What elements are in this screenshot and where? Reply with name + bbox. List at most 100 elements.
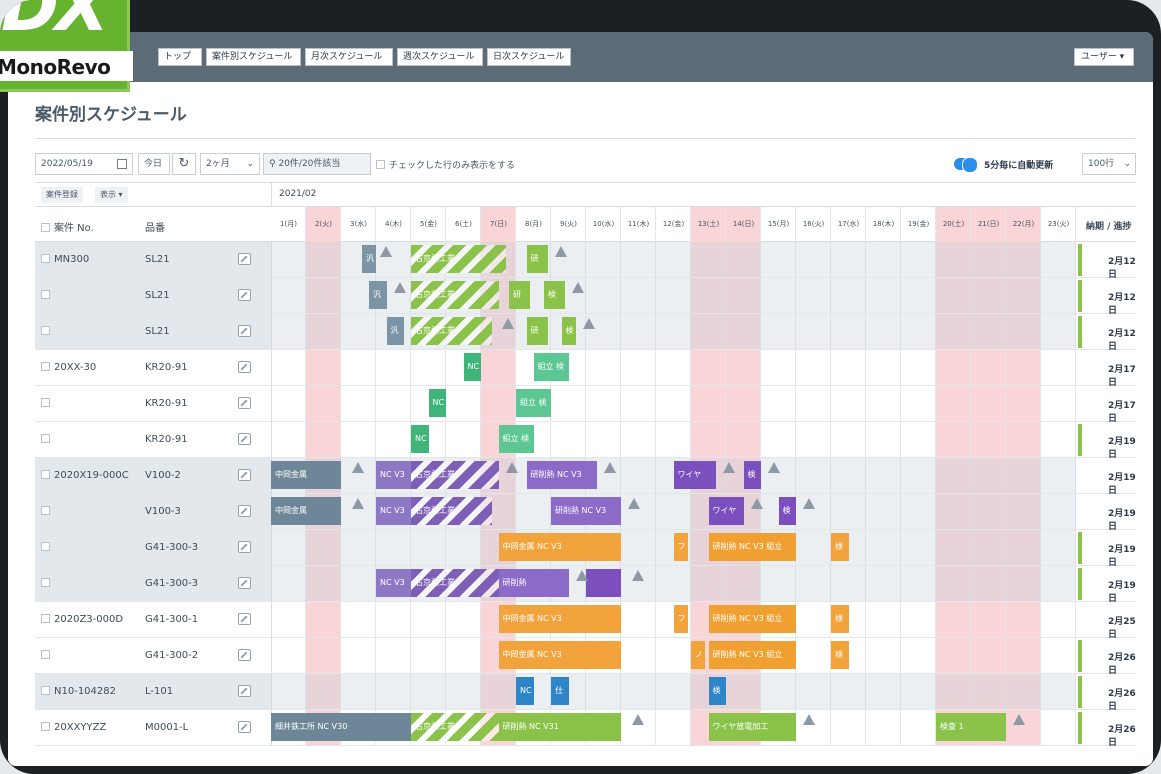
schedule-bar[interactable]: NC V3 (376, 461, 411, 489)
table-row[interactable]: 2020Z3-000D (41, 614, 123, 625)
row-checkbox[interactable] (41, 290, 50, 299)
edit-icon[interactable] (238, 649, 251, 661)
row-checkbox[interactable] (41, 254, 50, 263)
row-checkbox[interactable] (41, 362, 50, 371)
schedule-bar[interactable]: NC (516, 677, 534, 705)
schedule-bar[interactable]: 汎 (369, 281, 387, 309)
schedule-bar[interactable]: NC (428, 389, 446, 417)
schedule-bar[interactable]: 検 (561, 317, 576, 345)
schedule-bar[interactable]: 研削熱 NC V3 組立 (708, 641, 796, 669)
schedule-bar[interactable]: 検 (743, 461, 761, 489)
schedule-bar[interactable]: 仕 (551, 677, 569, 705)
edit-icon[interactable] (238, 361, 251, 373)
edit-icon[interactable] (238, 433, 251, 445)
schedule-bar[interactable]: 右京熱工業 (411, 245, 506, 273)
schedule-bar[interactable]: 研 (509, 281, 530, 309)
row-checkbox[interactable] (41, 434, 50, 443)
nav-item[interactable]: トップ (158, 48, 202, 66)
schedule-bar[interactable]: 右京熱工業 (411, 461, 499, 489)
schedule-bar[interactable]: 中岡金属 (271, 461, 341, 489)
edit-icon[interactable] (238, 685, 251, 697)
schedule-bar[interactable]: 研削熱 NC V3 組立 (708, 533, 796, 561)
schedule-bar[interactable]: 組立 検 (498, 425, 534, 453)
table-row[interactable] (41, 506, 54, 517)
row-checkbox[interactable] (41, 506, 50, 515)
schedule-bar[interactable]: ワイヤ (673, 461, 716, 489)
table-row[interactable] (41, 578, 54, 589)
schedule-bar[interactable]: 研削熱 NC V31 (498, 713, 621, 741)
schedule-bar[interactable]: 研削熱 NC V3 (526, 461, 597, 489)
edit-icon[interactable] (238, 721, 251, 733)
schedule-bar[interactable]: 検査 1 (936, 713, 1006, 741)
schedule-bar[interactable]: フ (673, 533, 688, 561)
schedule-bar[interactable]: 検 (831, 605, 849, 633)
calendar-icon[interactable] (117, 159, 127, 169)
table-row[interactable]: 2020X19-000C (41, 470, 129, 481)
schedule-bar[interactable]: 右京熱工業 (411, 713, 499, 741)
schedule-bar[interactable]: 右京熱工業 (411, 569, 499, 597)
table-row[interactable] (41, 398, 54, 409)
rows-per-page-select[interactable]: 100行 ⌄ (1082, 153, 1136, 175)
schedule-bar[interactable]: 検 (778, 497, 796, 525)
user-menu-button[interactable]: ユーザー ▾ (1074, 48, 1134, 66)
schedule-bar[interactable]: フ (673, 605, 688, 633)
edit-icon[interactable] (238, 397, 251, 409)
schedule-bar[interactable]: ノ (691, 641, 705, 669)
schedule-bar[interactable]: 研 (526, 317, 548, 345)
schedule-bar[interactable]: 研 (526, 245, 548, 273)
schedule-bar[interactable]: 研削熱 (498, 569, 569, 597)
schedule-bar[interactable]: 検 (708, 677, 726, 705)
table-row[interactable] (41, 434, 54, 445)
checked-only-filter[interactable]: チェックした行のみ表示をする (376, 158, 515, 171)
range-select[interactable]: 2ヶ月 ⌄ (200, 153, 260, 175)
nav-item[interactable]: 日次スケジュール (487, 48, 571, 66)
row-checkbox[interactable] (41, 470, 50, 479)
schedule-bar[interactable]: 組立 検 (533, 353, 569, 381)
schedule-bar[interactable]: 細井鉄工所 NC V30 (271, 713, 411, 741)
table-row[interactable] (41, 326, 54, 337)
edit-icon[interactable] (238, 505, 251, 517)
schedule-bar[interactable]: 検 (831, 533, 849, 561)
schedule-bar[interactable]: 右京熱工業 (411, 497, 492, 525)
schedule-bar[interactable]: 中岡金属 NC V3 (498, 533, 621, 561)
nav-item[interactable]: 案件別スケジュール (206, 48, 301, 66)
checked-only-checkbox[interactable] (376, 160, 385, 169)
schedule-bar[interactable]: 汎 (386, 317, 404, 345)
schedule-bar[interactable]: 中岡金属 NC V3 (498, 641, 621, 669)
schedule-bar[interactable]: ワイヤ (708, 497, 744, 525)
schedule-bar[interactable]: 検 (831, 641, 849, 669)
schedule-bar[interactable]: 汎 (362, 245, 376, 273)
table-row[interactable]: 20XX-30 (41, 362, 96, 373)
search-result-button[interactable]: ⚲ 20件/20件該当 (263, 153, 371, 175)
table-row[interactable] (41, 650, 54, 661)
display-menu-button[interactable]: 表示 ▾ (95, 187, 128, 203)
schedule-bar[interactable]: NC (411, 425, 429, 453)
schedule-bar[interactable]: 検 (544, 281, 565, 309)
row-checkbox[interactable] (41, 614, 50, 623)
refresh-icon[interactable]: ↻ (172, 153, 196, 175)
edit-icon[interactable] (238, 325, 251, 337)
edit-icon[interactable] (238, 469, 251, 481)
row-checkbox[interactable] (41, 650, 50, 659)
schedule-bar[interactable]: ワイヤ放電加工 (708, 713, 796, 741)
register-case-button[interactable]: 案件登録 (41, 187, 83, 203)
schedule-bar[interactable]: 中岡金属 (271, 497, 341, 525)
edit-icon[interactable] (238, 577, 251, 589)
schedule-bar[interactable]: NC (463, 353, 481, 381)
schedule-bar[interactable]: NC V3 (376, 497, 411, 525)
row-checkbox[interactable] (41, 326, 50, 335)
table-row[interactable] (41, 290, 54, 301)
edit-icon[interactable] (238, 613, 251, 625)
edit-icon[interactable] (238, 289, 251, 301)
table-row[interactable] (41, 542, 54, 553)
schedule-bar[interactable]: 右京熱工業 (411, 281, 499, 309)
table-row[interactable]: 20XXYYZZ (41, 722, 106, 733)
table-row[interactable]: N10-104282 (41, 686, 116, 697)
row-checkbox[interactable] (41, 578, 50, 587)
row-checkbox[interactable] (41, 722, 50, 731)
auto-refresh-toggle[interactable] (954, 157, 978, 173)
nav-item[interactable]: 月次スケジュール (305, 48, 393, 66)
date-input[interactable]: 2022/05/19 (35, 153, 133, 175)
table-row[interactable]: MN300 (41, 254, 89, 265)
schedule-bar[interactable]: 研削熱 NC V3 組立 (708, 605, 796, 633)
